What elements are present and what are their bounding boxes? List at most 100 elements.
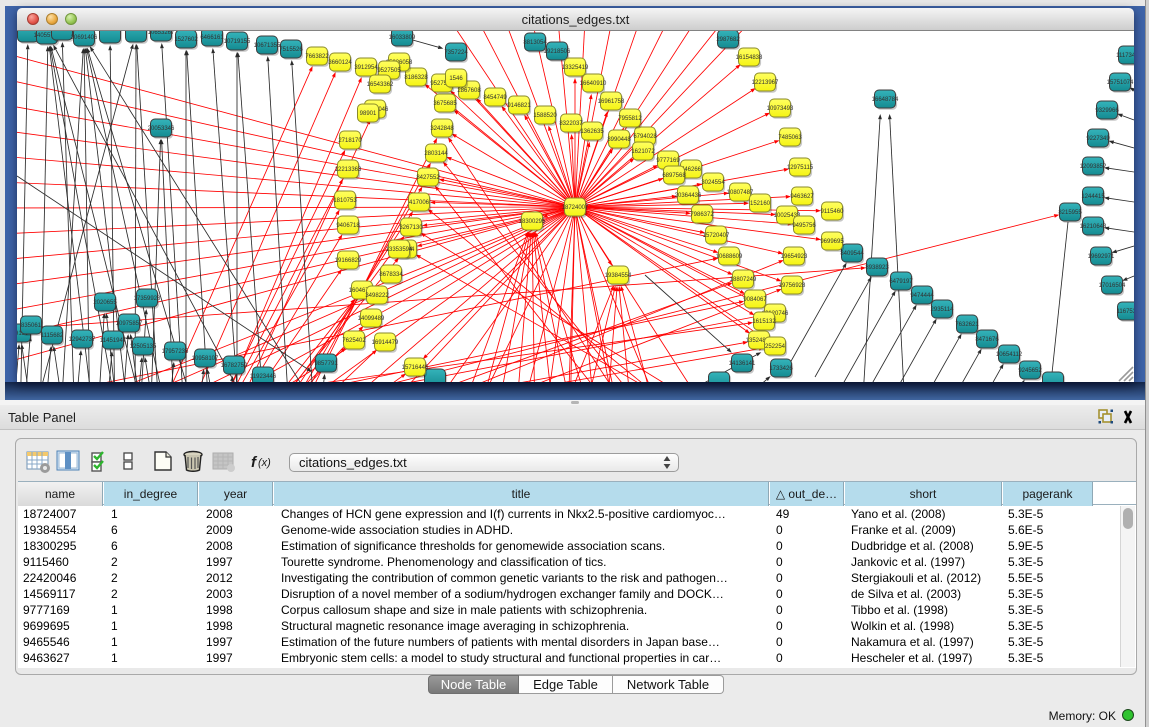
svg-text:2718170: 2718170 bbox=[338, 138, 362, 144]
svg-text:15716446: 15716446 bbox=[402, 365, 429, 371]
svg-text:7515526: 7515526 bbox=[279, 47, 303, 53]
svg-text:8454749: 8454749 bbox=[483, 95, 507, 101]
svg-text:7625402: 7625402 bbox=[342, 338, 366, 344]
svg-text:2935114: 2935114 bbox=[931, 307, 955, 313]
svg-text:3024554: 3024554 bbox=[701, 180, 725, 186]
svg-text:8322037: 8322037 bbox=[559, 121, 583, 127]
svg-text:8409544: 8409544 bbox=[840, 251, 864, 257]
svg-text:152160: 152160 bbox=[750, 201, 771, 207]
svg-text:10975857: 10975857 bbox=[116, 321, 143, 327]
svg-text:8427552: 8427552 bbox=[416, 175, 440, 181]
svg-text:12942737: 12942737 bbox=[69, 337, 96, 343]
svg-text:12505135: 12505135 bbox=[130, 344, 157, 350]
svg-text:14136141: 14136141 bbox=[729, 361, 756, 367]
svg-text:8938923: 8938923 bbox=[865, 265, 889, 271]
svg-text:12093852: 12093852 bbox=[1080, 164, 1107, 170]
svg-text:1615132: 1615132 bbox=[752, 319, 776, 325]
svg-text:8813054: 8813054 bbox=[523, 40, 547, 46]
svg-text:10688609: 10688609 bbox=[716, 254, 743, 260]
svg-text:10973493: 10973493 bbox=[767, 106, 794, 112]
svg-text:20364436: 20364436 bbox=[675, 193, 702, 199]
svg-text:16033809: 16033809 bbox=[389, 35, 416, 41]
svg-text:16648784: 16648784 bbox=[872, 97, 899, 103]
svg-text:16961758: 16961758 bbox=[598, 99, 625, 105]
svg-text:19692971: 19692971 bbox=[1088, 254, 1115, 260]
svg-text:7955812: 7955812 bbox=[618, 116, 642, 122]
svg-text:10719155: 10719155 bbox=[224, 39, 251, 45]
svg-text:252254: 252254 bbox=[765, 344, 786, 350]
svg-text:7986372: 7986372 bbox=[690, 212, 714, 218]
svg-text:16210643: 16210643 bbox=[1080, 224, 1107, 230]
svg-text:12213967: 12213967 bbox=[752, 80, 779, 86]
svg-text:17957235: 17957235 bbox=[162, 349, 189, 355]
svg-text:9115460: 9115460 bbox=[821, 209, 845, 215]
svg-text:19218506: 19218506 bbox=[544, 49, 571, 55]
svg-text:19654923: 19654923 bbox=[781, 254, 808, 260]
svg-text:20053346: 20053346 bbox=[148, 126, 175, 132]
svg-text:10958107: 10958107 bbox=[192, 356, 219, 362]
svg-text:3660124: 3660124 bbox=[328, 60, 352, 66]
svg-text:9227349: 9227349 bbox=[1086, 136, 1110, 142]
svg-text:12975115: 12975115 bbox=[787, 165, 814, 171]
svg-text:6794028: 6794028 bbox=[633, 134, 657, 140]
svg-text:19384554: 19384554 bbox=[605, 273, 632, 279]
svg-text:9245652: 9245652 bbox=[1018, 368, 1042, 374]
svg-text:8186328: 8186328 bbox=[404, 75, 428, 81]
svg-text:10653267: 10653267 bbox=[148, 31, 175, 36]
svg-text:1244415: 1244415 bbox=[1081, 194, 1105, 200]
svg-text:9406718: 9406718 bbox=[336, 223, 360, 229]
svg-text:18807249: 18807249 bbox=[730, 277, 757, 283]
svg-text:14099489: 14099489 bbox=[358, 316, 385, 322]
svg-text:11173457: 11173457 bbox=[1116, 53, 1134, 59]
svg-text:9699695: 9699695 bbox=[820, 239, 844, 245]
svg-text:8678334: 8678334 bbox=[379, 272, 403, 278]
svg-text:10671355: 10671355 bbox=[254, 43, 281, 49]
svg-text:1546: 1546 bbox=[449, 76, 463, 82]
svg-text:7357224: 7357224 bbox=[444, 50, 468, 56]
svg-text:16782759: 16782759 bbox=[221, 363, 248, 369]
svg-text:9084067: 9084067 bbox=[743, 297, 767, 303]
svg-text:19166829: 19166829 bbox=[335, 258, 362, 264]
svg-text:10807487: 10807487 bbox=[727, 190, 754, 196]
svg-text:1362635: 1362635 bbox=[580, 129, 604, 135]
svg-text:16543362: 16543362 bbox=[367, 82, 394, 88]
svg-text:2987682: 2987682 bbox=[716, 37, 740, 43]
svg-text:1527602: 1527602 bbox=[174, 37, 198, 43]
svg-text:(x): (x) bbox=[258, 457, 271, 469]
svg-text:10654112: 10654112 bbox=[996, 352, 1023, 358]
svg-text:15720407: 15720407 bbox=[703, 233, 730, 239]
svg-text:16154838: 16154838 bbox=[736, 55, 763, 61]
svg-text:8990448: 8990448 bbox=[607, 137, 631, 143]
svg-text:9329966: 9329966 bbox=[1095, 108, 1119, 114]
svg-text:9495756: 9495756 bbox=[792, 223, 816, 229]
svg-text:3242848: 3242848 bbox=[430, 126, 454, 132]
svg-text:11451947: 11451947 bbox=[100, 338, 127, 344]
svg-text:6479197: 6479197 bbox=[889, 279, 913, 285]
svg-text:13353594: 13353594 bbox=[386, 247, 413, 253]
svg-text:18300295: 18300295 bbox=[519, 219, 546, 225]
svg-text:3267130: 3267130 bbox=[399, 225, 423, 231]
svg-text:1588520: 1588520 bbox=[533, 113, 557, 119]
svg-text:16640910: 16640910 bbox=[580, 81, 607, 87]
svg-text:417006: 417006 bbox=[409, 200, 430, 206]
svg-text:12213363: 12213363 bbox=[335, 167, 362, 173]
svg-text:15751074: 15751074 bbox=[1107, 80, 1134, 86]
svg-text:17016504: 17016504 bbox=[1099, 283, 1126, 289]
svg-text:9146821: 9146821 bbox=[507, 103, 531, 109]
svg-text:9474444: 9474444 bbox=[910, 293, 934, 299]
svg-text:8471676: 8471676 bbox=[975, 337, 999, 343]
svg-text:1115682: 1115682 bbox=[41, 333, 64, 339]
svg-text:3912954: 3912954 bbox=[354, 65, 378, 71]
svg-text:7632621: 7632621 bbox=[955, 322, 979, 328]
svg-text:13325419: 13325419 bbox=[562, 65, 589, 71]
svg-text:9527505: 9527505 bbox=[377, 68, 401, 74]
svg-text:3498222: 3498222 bbox=[365, 293, 389, 299]
svg-text:1167533: 1167533 bbox=[1117, 309, 1134, 315]
svg-text:1733426: 1733426 bbox=[769, 366, 793, 372]
svg-text:7485063: 7485063 bbox=[778, 135, 802, 141]
svg-text:18724007: 18724007 bbox=[562, 205, 589, 211]
svg-text:8215955: 8215955 bbox=[1058, 210, 1082, 216]
svg-text:20691406: 20691406 bbox=[71, 35, 98, 41]
svg-text:1621072: 1621072 bbox=[631, 149, 655, 155]
svg-text:2020655: 2020655 bbox=[93, 300, 117, 306]
